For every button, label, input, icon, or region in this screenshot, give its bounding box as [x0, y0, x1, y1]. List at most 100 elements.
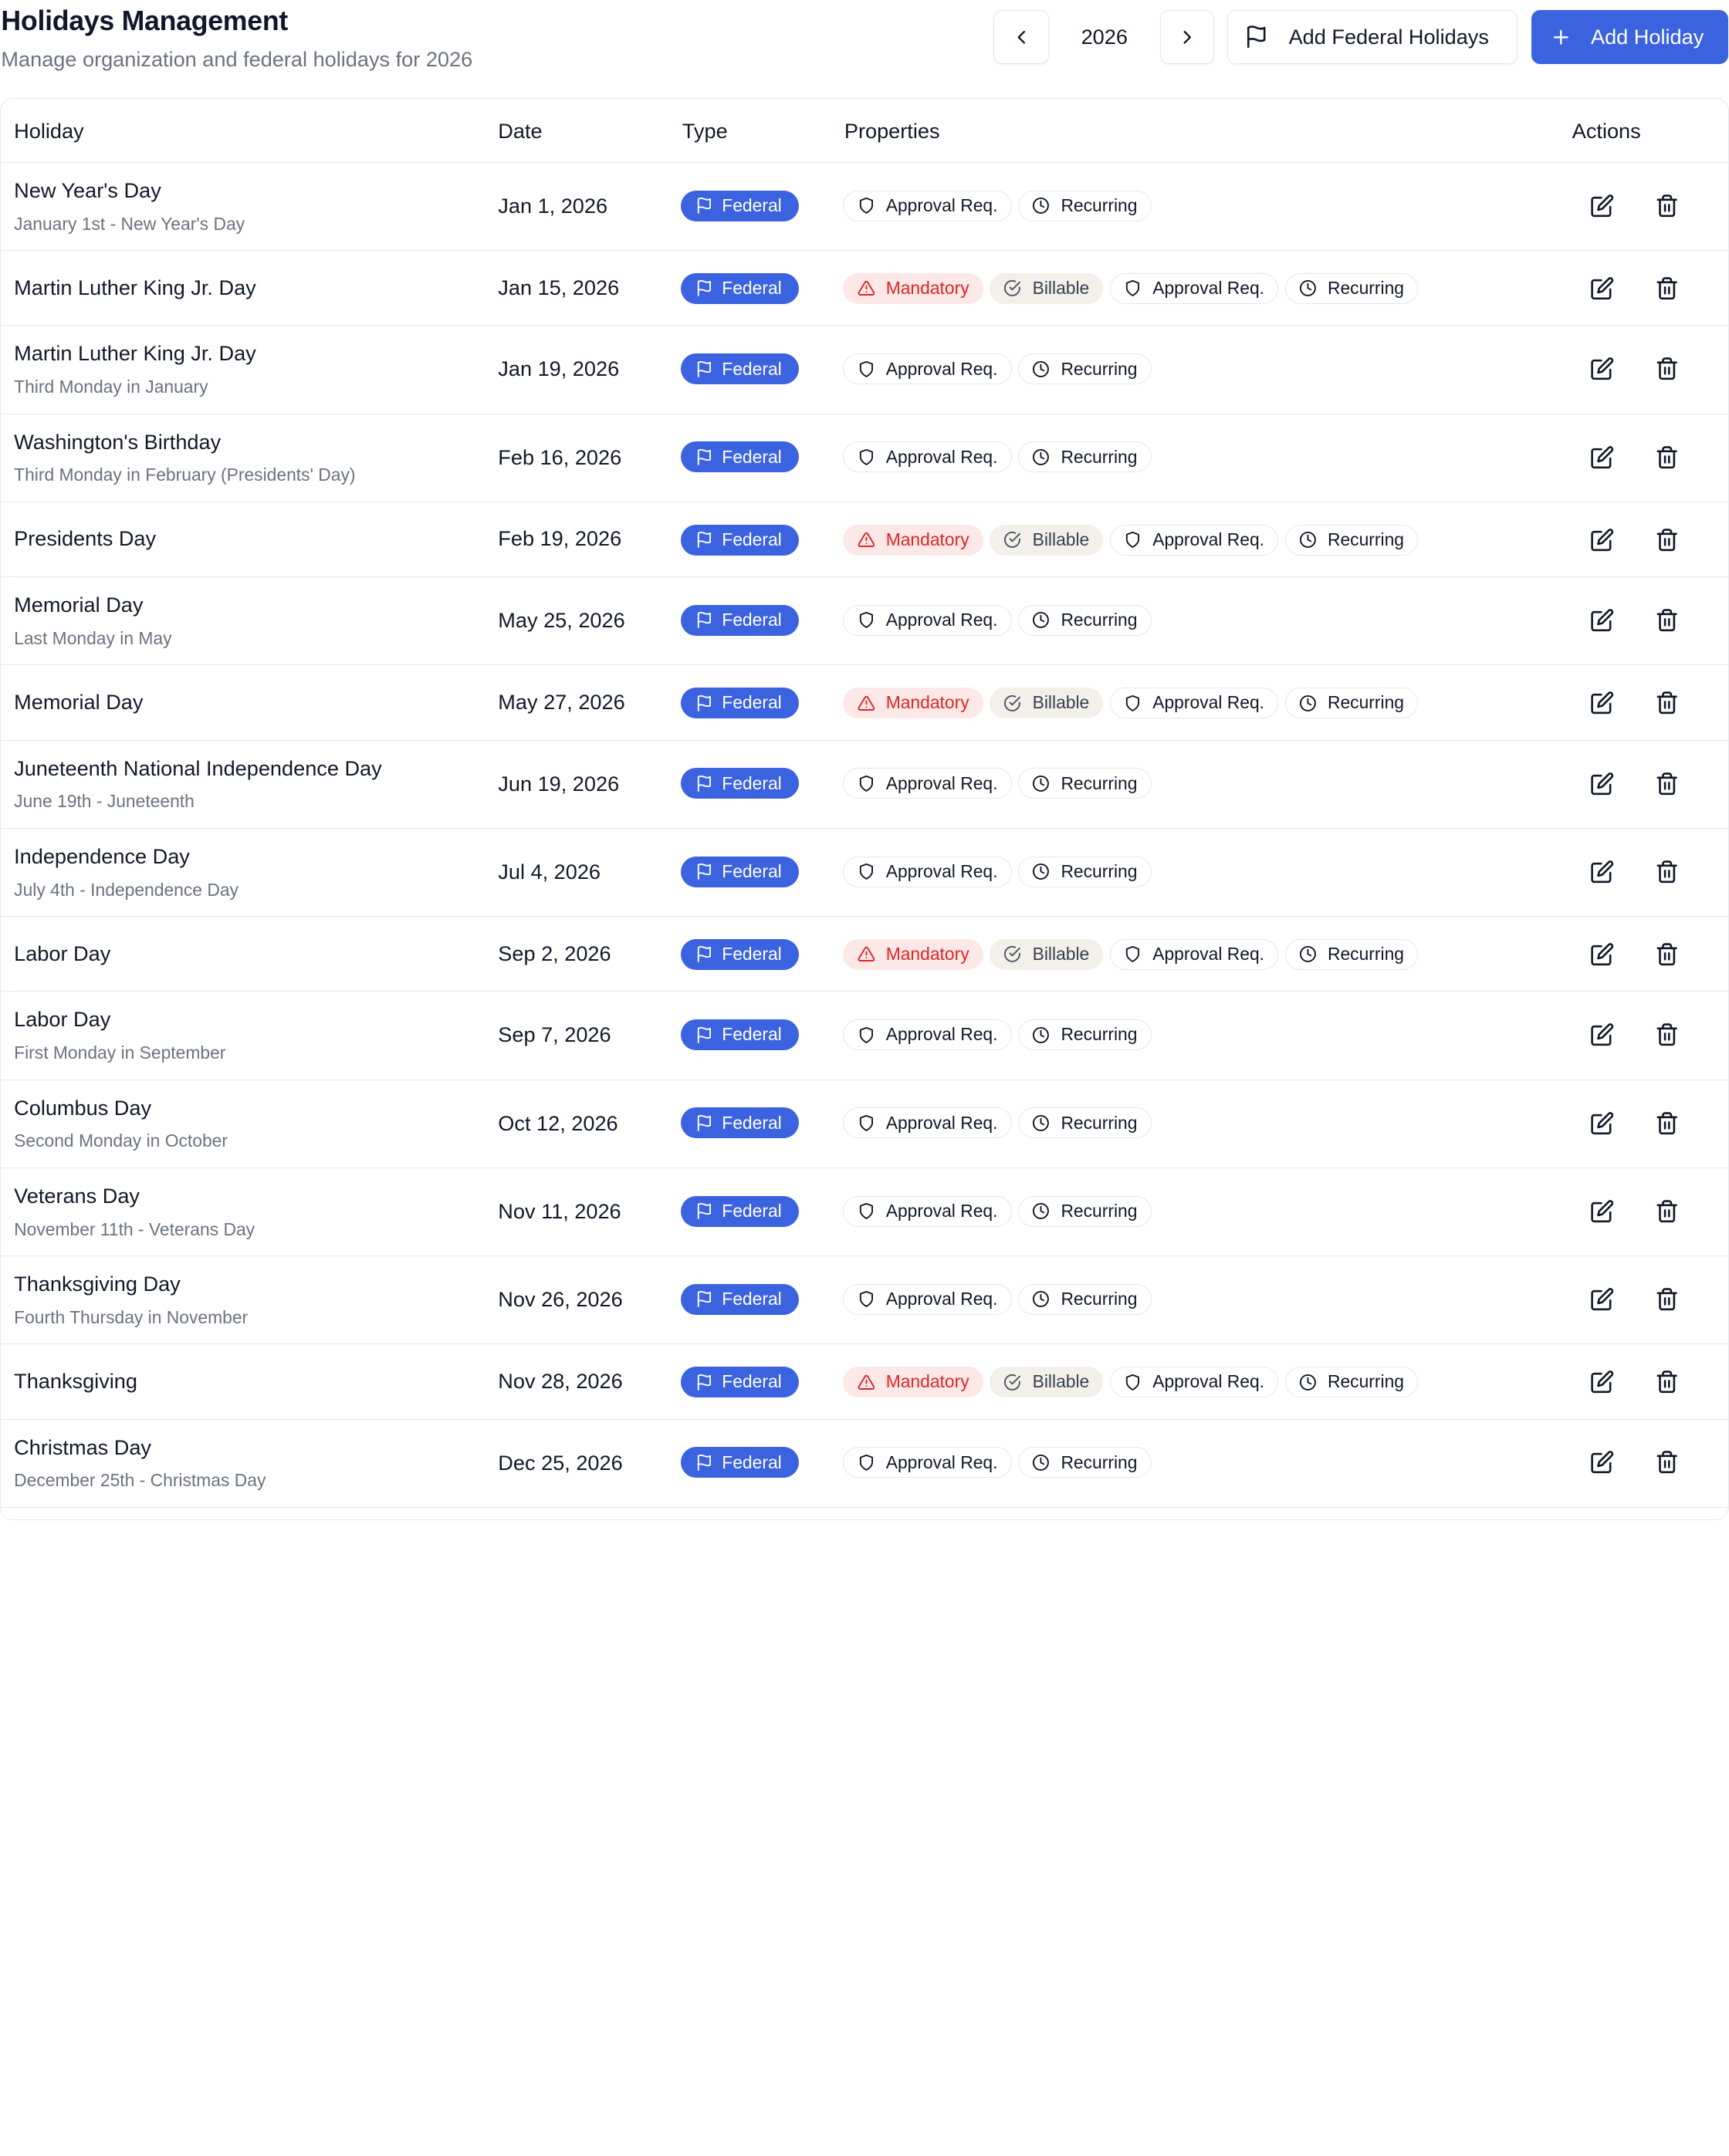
- mandatory-label: Mandatory: [885, 692, 969, 713]
- delete-button[interactable]: [1652, 273, 1683, 304]
- recurring-chip: Recurring: [1018, 1283, 1152, 1315]
- previous-year-button[interactable]: [993, 9, 1049, 64]
- holiday-date: Jan 15, 2026: [498, 275, 620, 299]
- holiday-date: Dec 25, 2026: [498, 1450, 623, 1475]
- table-row: Washington's Birthday Third Monday in Fe…: [1, 414, 1729, 502]
- delete-button[interactable]: [1652, 191, 1683, 221]
- delete-button[interactable]: [1652, 768, 1683, 799]
- trash-icon: [1656, 860, 1677, 883]
- delete-button[interactable]: [1652, 1447, 1683, 1478]
- check-circle-icon: [1004, 1374, 1021, 1391]
- table-row: Thanksgiving Nov 28, 2026 Federal Mandat…: [1, 1344, 1729, 1420]
- delete-button[interactable]: [1652, 353, 1683, 384]
- clock-icon: [1033, 863, 1050, 880]
- type-label: Federal: [722, 1024, 782, 1045]
- add-holiday-button[interactable]: Add Holiday: [1531, 9, 1728, 64]
- edit-icon: [1590, 277, 1613, 300]
- properties-list: Mandatory Billable Approval Req. Recurri…: [843, 524, 1419, 556]
- clock-icon: [1033, 775, 1050, 792]
- edit-button[interactable]: [1586, 525, 1617, 556]
- properties-list: Approval Req. Recurring: [843, 1283, 1152, 1315]
- type-badge-federal: Federal: [681, 1019, 800, 1050]
- delete-button[interactable]: [1652, 688, 1683, 718]
- delete-button[interactable]: [1652, 441, 1683, 472]
- billable-chip: Billable: [990, 1366, 1104, 1397]
- billable-label: Billable: [1032, 1371, 1090, 1392]
- approval-required-label: Approval Req.: [885, 1024, 998, 1045]
- recurring-chip: Recurring: [1018, 856, 1152, 887]
- approval-required-chip: Approval Req.: [843, 1019, 1012, 1050]
- holiday-description: Last Monday in May: [14, 627, 172, 648]
- type-badge-federal: Federal: [681, 856, 800, 887]
- mandatory-chip: Mandatory: [843, 938, 983, 970]
- trash-icon: [1656, 1111, 1677, 1134]
- edit-button[interactable]: [1586, 857, 1617, 887]
- clock-icon: [1033, 1026, 1050, 1043]
- edit-icon: [1590, 1451, 1613, 1474]
- approval-required-chip: Approval Req.: [843, 190, 1012, 221]
- holiday-description: June 19th - Juneteenth: [14, 791, 195, 812]
- type-label: Federal: [722, 1371, 782, 1392]
- add-federal-holidays-button[interactable]: Add Federal Holidays: [1227, 9, 1518, 64]
- recurring-label: Recurring: [1327, 529, 1404, 550]
- billable-chip: Billable: [990, 687, 1104, 718]
- approval-required-chip: Approval Req.: [1109, 938, 1279, 970]
- edit-button[interactable]: [1586, 1447, 1617, 1478]
- edit-button[interactable]: [1586, 273, 1617, 304]
- type-label: Federal: [722, 195, 782, 216]
- type-label: Federal: [722, 529, 782, 550]
- approval-required-label: Approval Req.: [1152, 529, 1264, 550]
- properties-list: Approval Req. Recurring: [843, 441, 1152, 473]
- column-header-date: Date: [498, 118, 543, 143]
- clock-icon: [1299, 532, 1316, 549]
- approval-required-chip: Approval Req.: [1109, 1366, 1279, 1397]
- edit-button[interactable]: [1586, 191, 1617, 221]
- delete-button[interactable]: [1652, 525, 1683, 556]
- edit-button[interactable]: [1586, 939, 1617, 970]
- check-circle-icon: [1004, 694, 1021, 711]
- holiday-name: Memorial Day: [14, 689, 144, 714]
- shield-icon: [859, 448, 873, 465]
- clock-icon: [1033, 360, 1050, 377]
- holiday-name: Martin Luther King Jr. Day: [14, 275, 256, 299]
- trash-icon: [1656, 1370, 1677, 1394]
- approval-required-label: Approval Req.: [1152, 1371, 1264, 1392]
- delete-button[interactable]: [1652, 1367, 1683, 1397]
- type-label: Federal: [722, 278, 782, 299]
- holiday-date: May 25, 2026: [498, 608, 625, 633]
- clock-icon: [1299, 946, 1316, 963]
- flag-icon: [697, 1026, 711, 1043]
- edit-button[interactable]: [1586, 605, 1617, 636]
- edit-button[interactable]: [1586, 1367, 1617, 1397]
- edit-button[interactable]: [1586, 1107, 1617, 1138]
- shield-icon: [1125, 1374, 1140, 1391]
- edit-button[interactable]: [1586, 1196, 1617, 1227]
- delete-button[interactable]: [1652, 1019, 1683, 1050]
- trash-icon: [1656, 1200, 1677, 1222]
- delete-button[interactable]: [1652, 1284, 1683, 1315]
- next-year-button[interactable]: [1159, 9, 1214, 64]
- holiday-name: Washington's Birthday: [14, 429, 222, 454]
- edit-button[interactable]: [1586, 768, 1617, 799]
- edit-button[interactable]: [1586, 1019, 1617, 1050]
- table-body: New Year's Day January 1st - New Year's …: [1, 163, 1729, 1508]
- shield-icon: [1125, 532, 1140, 549]
- holiday-description: First Monday in September: [14, 1042, 226, 1063]
- edit-button[interactable]: [1586, 1284, 1617, 1315]
- delete-button[interactable]: [1652, 939, 1683, 970]
- flag-icon: [697, 946, 711, 963]
- recurring-chip: Recurring: [1018, 1019, 1152, 1050]
- holiday-date: Nov 28, 2026: [498, 1368, 623, 1393]
- delete-button[interactable]: [1652, 857, 1683, 887]
- delete-button[interactable]: [1652, 1196, 1683, 1227]
- delete-button[interactable]: [1652, 605, 1683, 636]
- holiday-date: Sep 2, 2026: [498, 941, 611, 965]
- edit-button[interactable]: [1586, 441, 1617, 472]
- edit-button[interactable]: [1586, 688, 1617, 718]
- shield-icon: [859, 863, 873, 880]
- delete-button[interactable]: [1652, 1107, 1683, 1138]
- holidays-page: Holidays Management Manage organization …: [0, 0, 1729, 1521]
- flag-icon: [697, 1454, 711, 1471]
- edit-button[interactable]: [1586, 353, 1617, 384]
- holiday-name: Labor Day: [14, 1007, 111, 1032]
